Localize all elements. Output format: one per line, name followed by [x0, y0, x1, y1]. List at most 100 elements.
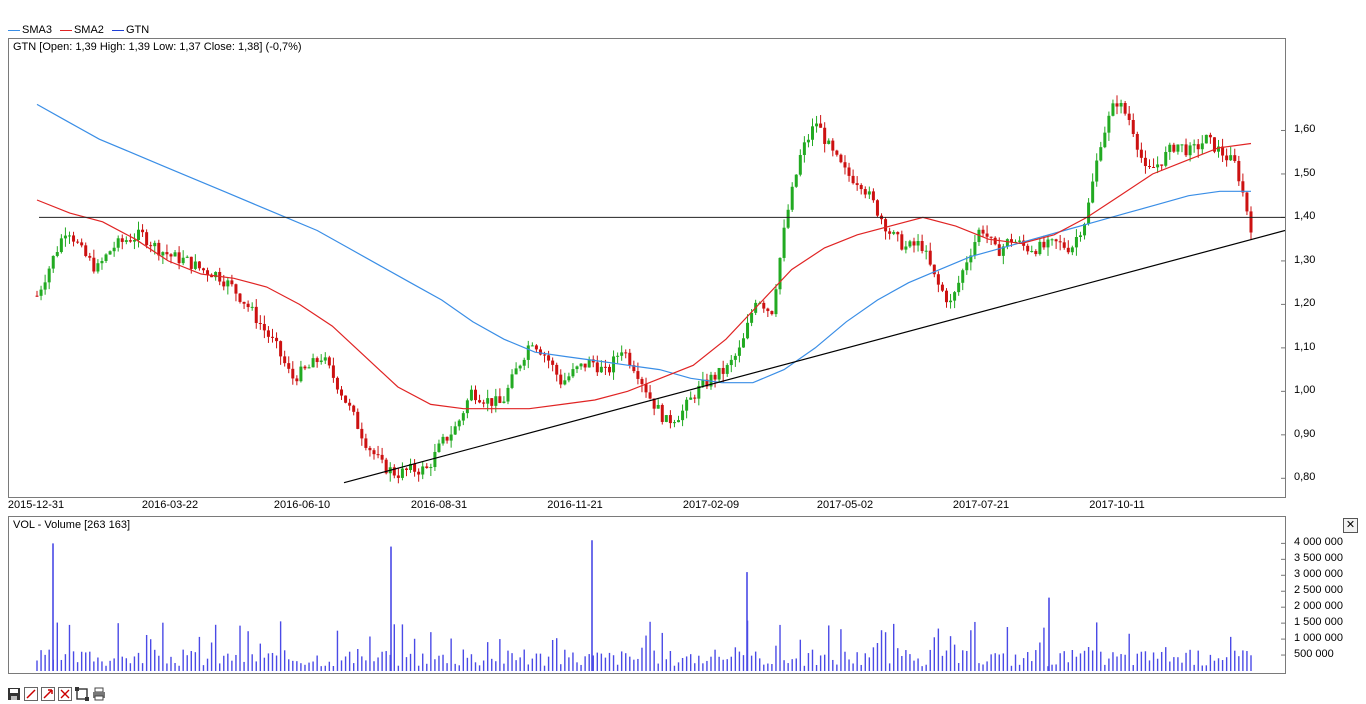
candle-body [522, 359, 526, 366]
candle-body [741, 338, 745, 348]
legend-label-sma3: SMA3 [22, 24, 52, 36]
candle-body [900, 234, 904, 250]
candle-body [827, 140, 831, 144]
candle-body [250, 306, 254, 308]
legend-item-sma3[interactable]: SMA3 [8, 24, 52, 36]
candle-body [973, 242, 977, 256]
candle-body [461, 413, 465, 421]
candle-body [526, 345, 530, 360]
candle-body [344, 395, 348, 403]
x-tick-label: 2016-06-10 [273, 499, 331, 511]
candle-body [794, 174, 798, 187]
candle-body [810, 126, 814, 140]
candle-body [843, 162, 847, 168]
candle-body [1107, 115, 1111, 133]
candle-body [506, 387, 510, 402]
fit-screen-button[interactable] [74, 686, 89, 701]
candle-body [1180, 144, 1184, 146]
candle-body [1091, 181, 1095, 203]
candle-body [949, 300, 953, 303]
candle-body [39, 289, 43, 296]
candle-body [177, 252, 181, 264]
candle-body [1095, 160, 1099, 182]
volume-y-tick-label: 500 000 [1294, 648, 1334, 661]
candle-body [815, 123, 819, 127]
candle-body [514, 368, 518, 375]
candle-body [145, 232, 149, 246]
candle-body [1058, 241, 1062, 243]
candle-body [246, 303, 250, 308]
candle-body [640, 378, 644, 384]
draw-arrow-button[interactable] [40, 686, 55, 701]
candle-body [681, 410, 685, 421]
candle-body [997, 244, 1001, 256]
candle-body [502, 401, 506, 403]
candle-body [717, 367, 721, 380]
print-button[interactable] [91, 686, 106, 701]
legend-item-gtn[interactable]: GTN [111, 24, 149, 36]
candle-body [721, 367, 725, 374]
candle-body [356, 411, 360, 429]
candle-body [1115, 103, 1119, 107]
candle-body [599, 366, 603, 373]
candle-body [940, 284, 944, 291]
volume-chart-svg[interactable] [9, 517, 1285, 673]
candle-body [368, 447, 372, 451]
candle-body [193, 261, 197, 269]
volume-chart-panel[interactable]: VOL - Volume [263 163] [8, 516, 1286, 674]
fit-screen-icon [74, 686, 89, 701]
price-y-tick-label: 1,00 [1294, 384, 1316, 397]
price-chart-panel[interactable]: GTN [Open: 1,39 High: 1,39 Low: 1,37 Clo… [8, 38, 1286, 498]
candle-body [1018, 240, 1022, 242]
candle-body [538, 349, 542, 355]
candle-body [944, 290, 948, 303]
candle-body [563, 380, 567, 385]
candle-body [88, 255, 92, 258]
candle-body [262, 323, 266, 331]
draw-arrow-icon [40, 686, 55, 701]
candle-body [888, 231, 892, 234]
candle-body [620, 352, 624, 356]
price-y-tick-label: 1,50 [1294, 166, 1316, 179]
candle-body [258, 323, 262, 325]
candle-body [912, 241, 916, 246]
candle-body [551, 360, 555, 365]
candle-body [1005, 239, 1009, 247]
candle-body [782, 227, 786, 258]
candle-body [847, 167, 851, 176]
legend-label-sma2: SMA2 [73, 24, 104, 36]
candle-body [770, 311, 774, 315]
candle-body [1066, 247, 1070, 253]
candle-body [242, 301, 246, 304]
candle-body [733, 355, 737, 360]
candle-body [222, 281, 226, 287]
price-chart-svg[interactable] [9, 39, 1285, 497]
candle-body [884, 219, 888, 232]
candle-body [59, 238, 63, 253]
candle-body [636, 371, 640, 379]
candle-body [689, 397, 693, 400]
candle-body [331, 365, 335, 378]
candle-body [303, 366, 307, 369]
candle-body [396, 475, 400, 478]
legend-item-sma2[interactable]: SMA2 [59, 24, 104, 36]
candle-body [270, 336, 274, 338]
candle-body [778, 257, 782, 290]
candle-body [1078, 235, 1082, 238]
candle-body [823, 127, 827, 144]
candle-body [72, 235, 76, 242]
candle-body [453, 426, 457, 435]
candle-body [315, 358, 319, 363]
candle-body [104, 254, 108, 261]
candle-body [1054, 239, 1058, 242]
zoom-button[interactable] [57, 686, 72, 701]
candle-body [530, 345, 534, 347]
draw-line-button[interactable] [23, 686, 38, 701]
save-button[interactable] [6, 686, 21, 701]
candle-body [1184, 144, 1188, 156]
zoom-in-icon [57, 686, 72, 701]
candle-body [981, 229, 985, 234]
close-volume-panel-button[interactable]: ✕ [1343, 518, 1358, 533]
candle-body [1074, 237, 1078, 248]
legend-swatch-sma2 [59, 29, 72, 31]
